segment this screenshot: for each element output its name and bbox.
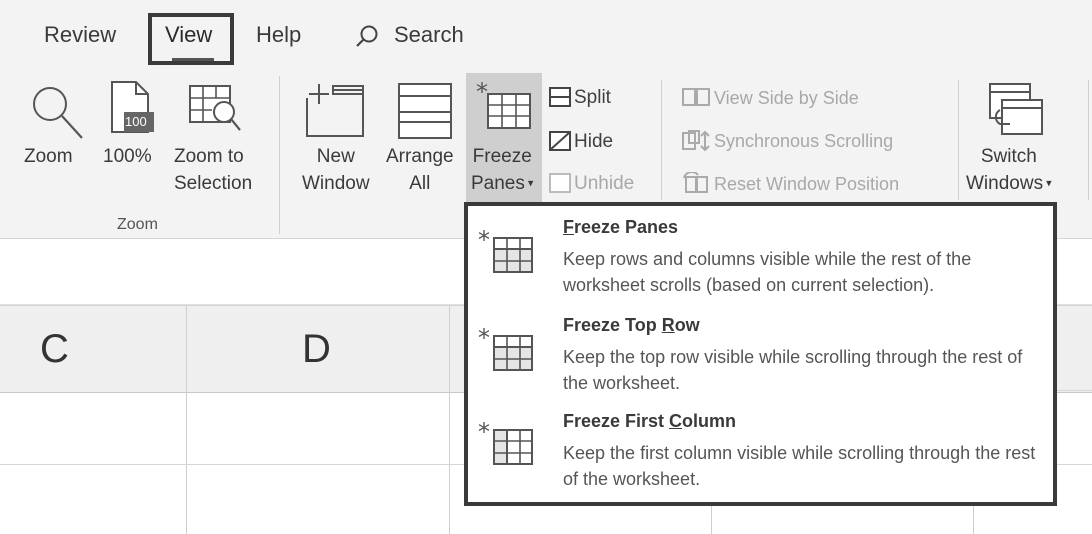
tab-view[interactable]: View [165,22,212,48]
switch-label-line1: Switch [980,146,1037,167]
menu-item-description: Keep rows and columns visible while the … [563,249,972,295]
dropdown-caret-icon: ▾ [1043,177,1052,190]
new-window-label-line2: Window [302,173,370,194]
svg-text:*: * [478,226,490,254]
zoom-100-button[interactable]: 100% [103,143,152,170]
group-divider [958,80,959,200]
new-window-icon [305,82,367,145]
search-icon[interactable] [354,24,380,55]
tab-help[interactable]: Help [256,22,301,48]
side-by-side-icon [682,88,710,111]
sync-scrolling-button[interactable]: Synchronous Scrolling [714,129,893,153]
switch-windows-button[interactable]: Switch Windows ▾ [966,143,1052,197]
arrange-label-line2: All [409,173,431,194]
freeze-panes-label: Freeze Panes ▾ [471,143,533,197]
menu-item-freeze-first-column[interactable]: Freeze First Column [563,411,736,432]
unhide-button[interactable]: Unhide [574,172,634,196]
search-box-label[interactable]: Search [394,22,464,48]
menu-item-freeze-top-row[interactable]: Freeze Top Row [563,315,700,336]
zoom-to-label-line2: Selection [174,173,253,194]
view-side-by-side-button[interactable]: View Side by Side [714,86,859,110]
grid-line [1057,464,1092,465]
grid-line [1057,390,1092,391]
arrange-label-line1: Arrange [386,146,454,167]
new-window-button[interactable]: New Window [302,143,370,197]
menu-title-accelerator: F [563,217,574,237]
switch-label-line2: Windows [966,173,1044,194]
new-window-label-line1: New [316,146,355,167]
menu-title-accelerator: C [669,411,683,431]
arrange-all-icon [397,82,453,145]
tab-view-underline [172,58,214,61]
zoom-selection-icon [188,84,244,145]
menu-title-accelerator: R [661,315,675,335]
menu-title-text: Freeze Top [563,315,662,335]
freeze-first-column-icon: * [478,418,536,473]
svg-text:*: * [476,80,488,106]
split-icon [549,86,571,113]
menu-item-description: Keep the top row visible while scrolling… [563,347,1023,393]
dropdown-caret-icon: ▾ [524,177,534,190]
menu-title-text: reeze Panes [574,217,679,237]
group-divider [661,80,662,200]
menu-title-text: ow [674,315,700,335]
reset-position-icon [682,171,710,199]
grid-line [0,464,464,465]
unhide-icon [549,172,571,199]
arrange-all-button[interactable]: Arrange All [386,143,454,197]
svg-text:*: * [478,324,490,352]
zoom-to-label-line1: Zoom to [174,146,244,167]
group-divider [1088,80,1089,200]
tab-review[interactable]: Review [44,22,116,48]
freeze-panes-menu-icon: * [478,226,536,281]
grid-line [449,305,450,534]
ribbon-tab-bar: Review View Help Search [0,0,1092,66]
magnifier-icon [30,84,90,149]
switch-windows-icon [986,80,1046,145]
split-button[interactable]: Split [574,86,611,110]
menu-item-freeze-panes[interactable]: Freeze Panes [563,217,678,238]
freeze-label-line1: Freeze [472,146,532,167]
grid-line [186,305,187,534]
column-header-d[interactable]: D [302,327,331,372]
freeze-top-row-icon: * [478,324,536,379]
zoom-button[interactable]: Zoom [24,143,73,170]
menu-title-text: Freeze First [563,411,670,431]
hide-icon [549,130,571,157]
freeze-panes-icon: * [476,78,532,137]
zoom-group-label: Zoom [117,216,158,233]
group-divider [279,76,280,234]
column-header-c[interactable]: C [40,327,69,372]
sync-scroll-icon [682,130,710,157]
page-100-icon [108,80,154,141]
reset-window-position-button[interactable]: Reset Window Position [714,172,899,196]
freeze-label-line2: Panes [471,173,525,194]
menu-item-description: Keep the first column visible while scro… [563,443,1036,489]
svg-text:*: * [478,418,490,446]
menu-title-text: olumn [682,411,737,431]
hide-button[interactable]: Hide [574,130,613,154]
page-100-text: 100 [125,114,147,129]
zoom-to-selection-button[interactable]: Zoom to Selection [174,143,252,197]
